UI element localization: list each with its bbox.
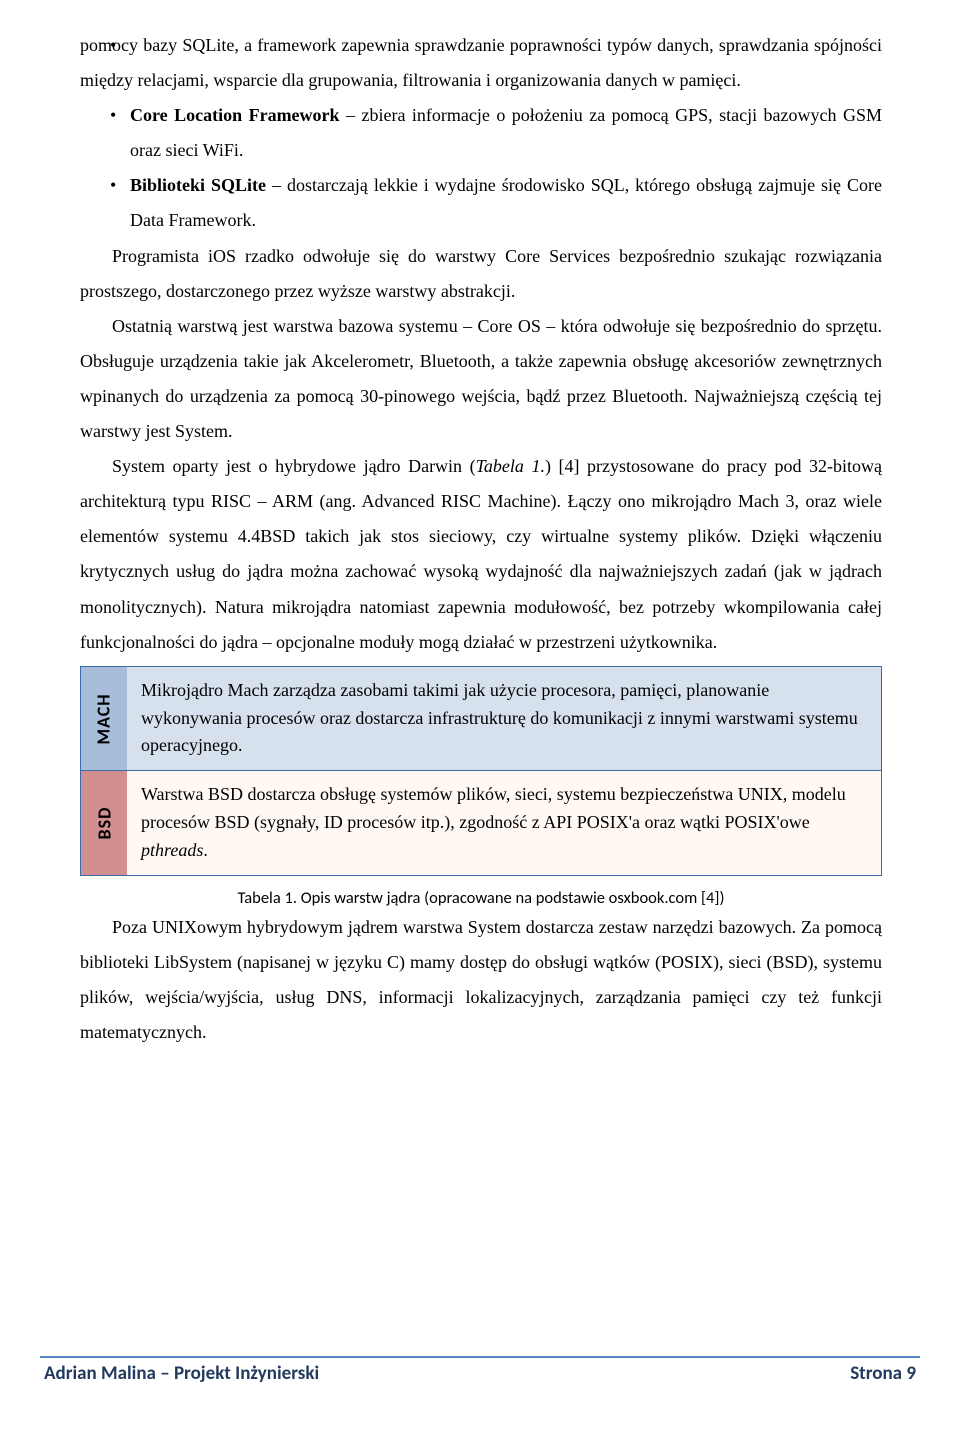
bsd-description: Warstwa BSD dostarcza obsługę systemów p… [127, 771, 881, 875]
bullet-item: pomocy bazy SQLite, a framework zapewnia… [80, 28, 882, 98]
para3-italic: Tabela 1. [476, 456, 545, 476]
bsd-side-label-cell: BSD [81, 771, 127, 875]
page-footer: Adrian Malina – Projekt Inżynierski Stro… [40, 1356, 920, 1385]
bsd-text-a: Warstwa BSD dostarcza obsługę systemów p… [141, 784, 846, 832]
bullet-item: Biblioteki SQLite – dostarczają lekkie i… [80, 168, 882, 238]
bsd-vertical-label: BSD [93, 807, 115, 840]
bullet-bold-1: Biblioteki SQLite [130, 175, 266, 195]
footer-left-text: Adrian Malina – Projekt Inżynierski [40, 1362, 319, 1385]
bullet-item: Core Location Framework – zbiera informa… [80, 98, 882, 168]
bsd-text-b: . [203, 840, 208, 860]
paragraph-4: Poza UNIXowym hybrydowym jądrem warstwa … [80, 910, 882, 1050]
table-caption: Tabela 1. Opis warstw jądra (opracowane … [80, 888, 882, 908]
mach-side-label-cell: MACH [81, 667, 127, 771]
bullet-intro-text: pomocy bazy SQLite, a framework zapewnia… [80, 35, 882, 90]
para3-b: ) [4] przystosowane do pracy pod 32-bito… [80, 456, 882, 651]
table-row: BSD Warstwa BSD dostarcza obsługę system… [80, 771, 882, 876]
mach-vertical-label: MACH [93, 693, 115, 744]
footer-right-text: Strona 9 [850, 1362, 920, 1385]
bsd-text-italic: pthreads [141, 840, 203, 860]
table-row: MACH Mikrojądro Mach zarządza zasobami t… [80, 666, 882, 772]
paragraph-1: Programista iOS rzadko odwołuje się do w… [80, 239, 882, 309]
bullet-bold-0: Core Location Framework [130, 105, 340, 125]
mach-description: Mikrojądro Mach zarządza zasobami takimi… [127, 667, 881, 771]
paragraph-2: Ostatnią warstwą jest warstwa bazowa sys… [80, 309, 882, 449]
kernel-layers-table: MACH Mikrojądro Mach zarządza zasobami t… [80, 666, 882, 876]
para3-a: System oparty jest o hybrydowe jądro Dar… [112, 456, 476, 476]
paragraph-3: System oparty jest o hybrydowe jądro Dar… [80, 449, 882, 660]
